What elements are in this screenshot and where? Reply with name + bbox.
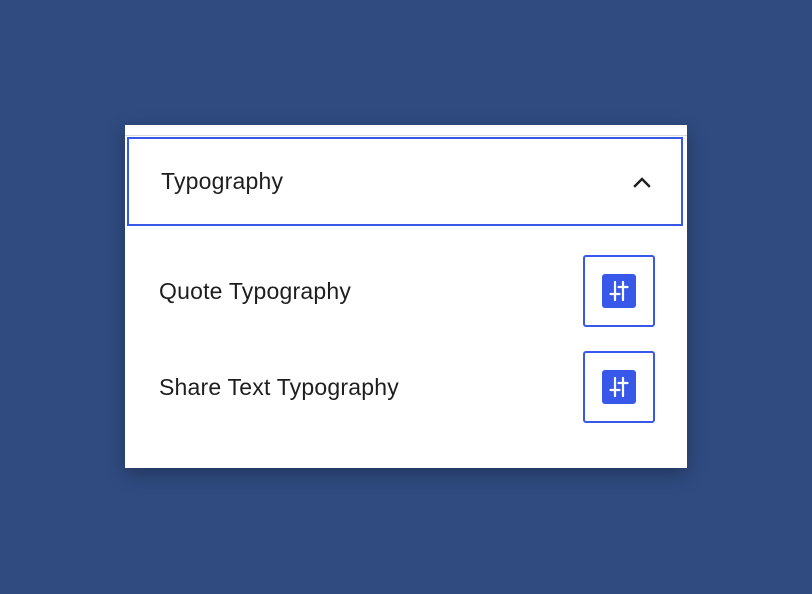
typography-section-toggle[interactable]: Typography — [127, 137, 683, 226]
share-text-typography-row: Share Text Typography — [125, 351, 687, 423]
share-text-typography-settings-button[interactable] — [583, 351, 655, 423]
quote-typography-label: Quote Typography — [159, 277, 352, 304]
share-text-typography-label: Share Text Typography — [159, 373, 399, 400]
quote-typography-settings-button[interactable] — [583, 255, 655, 327]
chevron-up-icon — [633, 173, 651, 191]
panel-top-divider — [125, 125, 687, 136]
typography-panel: Typography Quote Typography Share Text T… — [125, 125, 687, 468]
quote-typography-row: Quote Typography — [125, 255, 687, 327]
typography-settings-icon — [602, 370, 636, 404]
section-title: Typography — [161, 168, 284, 194]
typography-settings-icon — [602, 274, 636, 308]
